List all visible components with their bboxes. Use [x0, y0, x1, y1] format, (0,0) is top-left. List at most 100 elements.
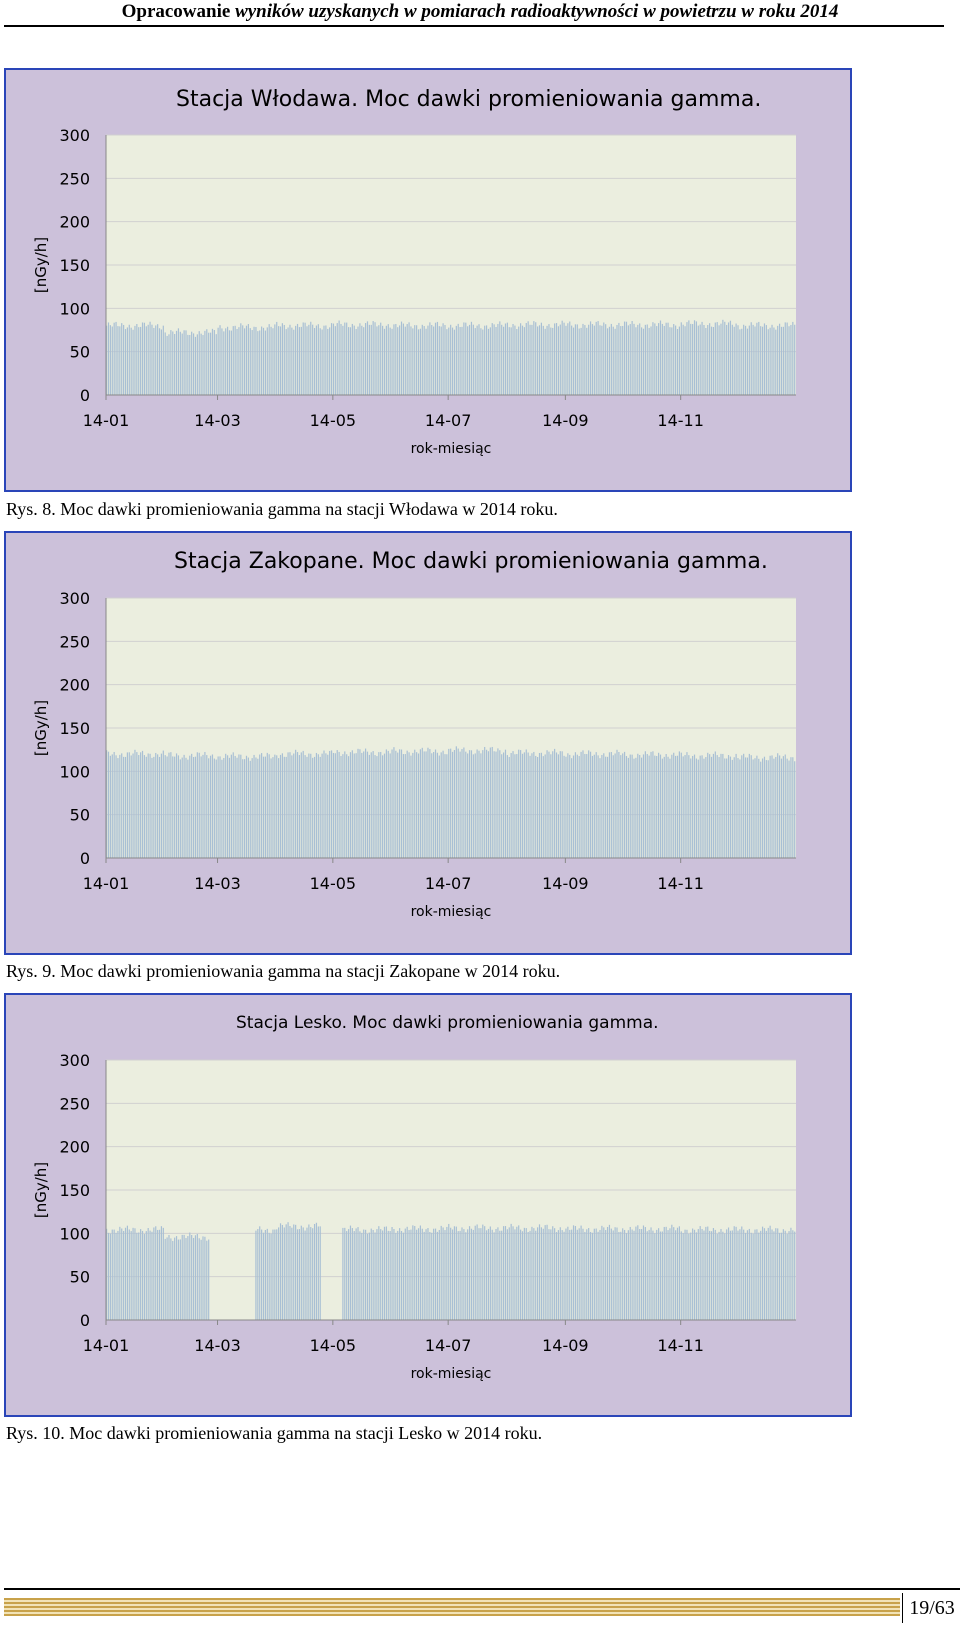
bar	[285, 329, 287, 395]
bar	[495, 326, 497, 395]
bar	[637, 1225, 639, 1320]
bar	[588, 324, 590, 395]
bar	[338, 320, 340, 395]
bar	[663, 325, 665, 395]
bar	[572, 1225, 575, 1320]
bar	[523, 752, 525, 858]
bar	[272, 328, 274, 395]
bar	[467, 326, 469, 395]
bar	[158, 756, 161, 858]
bar	[423, 326, 425, 395]
bar	[433, 1228, 435, 1320]
bar	[126, 327, 128, 395]
bar	[179, 331, 181, 395]
bar	[463, 322, 465, 395]
bar	[436, 752, 439, 858]
bar	[340, 323, 342, 395]
bar	[283, 1227, 285, 1320]
bar	[601, 1225, 603, 1320]
bar	[693, 1229, 696, 1320]
bar	[474, 753, 476, 858]
bar	[419, 328, 422, 395]
bar	[472, 754, 474, 858]
bar	[217, 327, 219, 395]
bar	[533, 1228, 535, 1320]
x-axis-label: rok-miesiąc	[411, 441, 492, 457]
bar	[480, 753, 482, 858]
bar	[461, 326, 463, 395]
bar	[465, 1232, 467, 1320]
bar	[177, 755, 180, 858]
bar	[663, 756, 665, 858]
bar	[378, 325, 380, 395]
bar	[569, 754, 571, 858]
bar	[667, 322, 669, 395]
y-tick-label: 150	[59, 256, 90, 275]
bar	[266, 752, 268, 858]
bar	[366, 321, 369, 395]
bar	[450, 748, 452, 858]
bar	[347, 327, 350, 395]
bar	[778, 1232, 781, 1320]
bar	[487, 751, 490, 858]
bar	[172, 1240, 174, 1320]
y-tick-label: 200	[59, 676, 90, 695]
bar	[440, 752, 442, 858]
bar	[151, 1231, 153, 1320]
bar	[565, 1228, 567, 1320]
bar	[504, 323, 507, 395]
bar	[622, 1228, 624, 1320]
bar	[578, 756, 580, 858]
bar	[559, 751, 561, 858]
y-tick-label: 50	[70, 1268, 90, 1287]
bar	[599, 325, 601, 395]
bar	[676, 329, 679, 395]
bar	[295, 325, 297, 395]
bar	[308, 753, 310, 858]
bar	[202, 754, 204, 858]
bar	[434, 749, 437, 858]
x-axis-label: rok-miesiąc	[411, 904, 492, 920]
bar	[325, 325, 327, 395]
bar	[364, 748, 367, 858]
bar	[574, 752, 577, 858]
bar	[790, 757, 792, 858]
bar	[395, 323, 397, 395]
bar	[784, 322, 786, 395]
bar	[750, 1232, 752, 1320]
bar	[247, 757, 249, 858]
chart-lesko: 0 50 100 150 200 250 300 14-01 14-03 14-05 14-07 14…	[4, 993, 852, 1417]
bar	[623, 321, 626, 395]
bar	[470, 750, 473, 858]
bar	[185, 330, 187, 395]
bar	[293, 1224, 295, 1320]
bar	[697, 1229, 699, 1320]
bar	[329, 750, 331, 858]
bar	[610, 752, 612, 858]
bar	[550, 754, 552, 858]
bar	[716, 755, 718, 858]
bar	[476, 325, 478, 395]
bar	[421, 747, 423, 858]
bar	[264, 756, 266, 858]
bar	[489, 327, 491, 395]
bar	[134, 325, 136, 395]
bar	[667, 756, 669, 858]
bar	[720, 1228, 722, 1320]
bar	[584, 753, 586, 858]
bar	[209, 332, 212, 395]
header-title-italic: wyników uzyskanych w pomiarach radioakty…	[235, 1, 839, 22]
bar	[635, 757, 637, 858]
bar	[773, 758, 775, 858]
bar	[512, 323, 514, 395]
bar	[382, 325, 384, 395]
bar	[117, 326, 119, 395]
bar	[185, 1238, 187, 1320]
bar	[595, 1228, 597, 1320]
bar	[518, 326, 520, 395]
bar	[788, 326, 790, 395]
bar	[175, 753, 178, 858]
bar	[629, 324, 631, 395]
bar	[518, 1225, 520, 1320]
bar	[516, 329, 518, 395]
